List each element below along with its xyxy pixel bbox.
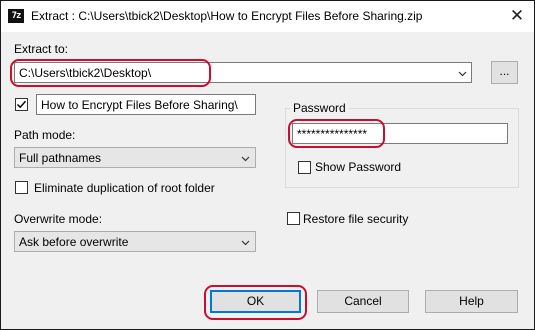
window-title: Extract : C:\Users\tbick2\Desktop\How to… <box>31 9 423 23</box>
chevron-down-icon <box>241 240 250 246</box>
subfolder-value: How to Encrypt Files Before Sharing\ <box>41 98 238 112</box>
restore-security-checkbox[interactable] <box>287 212 300 225</box>
chevron-down-icon <box>241 156 250 162</box>
7zip-icon: 7z <box>8 9 24 23</box>
ok-button[interactable]: OK <box>210 290 301 313</box>
extract-to-combo[interactable]: C:\Users\tbick2\Desktop\ <box>14 62 472 83</box>
overwrite-mode-value: Ask before overwrite <box>19 235 129 249</box>
extract-to-label: Extract to: <box>14 42 69 56</box>
show-password-label: Show Password <box>315 160 402 174</box>
password-group-label: Password <box>290 101 349 115</box>
subfolder-checkbox[interactable] <box>15 98 28 111</box>
browse-button[interactable]: ... <box>491 61 518 84</box>
eliminate-duplication-checkbox[interactable] <box>15 181 28 194</box>
path-mode-select[interactable]: Full pathnames <box>14 147 256 168</box>
extract-dialog: 7z Extract : C:\Users\tbick2\Desktop\How… <box>0 0 535 330</box>
show-password-checkbox[interactable] <box>298 161 311 174</box>
password-groupbox <box>285 108 519 188</box>
eliminate-duplication-label: Eliminate duplication of root folder <box>34 181 215 195</box>
checkmark-icon <box>16 100 27 109</box>
close-icon[interactable]: ✕ <box>504 5 530 27</box>
extract-to-value: C:\Users\tbick2\Desktop\ <box>19 66 152 80</box>
chevron-down-icon[interactable] <box>458 69 467 78</box>
path-mode-value: Full pathnames <box>19 151 102 165</box>
cancel-button[interactable]: Cancel <box>317 290 409 313</box>
overwrite-mode-label: Overwrite mode: <box>14 212 103 226</box>
help-button[interactable]: Help <box>425 290 518 313</box>
password-value: *************** <box>297 127 368 141</box>
path-mode-label: Path mode: <box>14 128 76 142</box>
overwrite-mode-select[interactable]: Ask before overwrite <box>14 231 256 252</box>
restore-security-label: Restore file security <box>303 212 409 226</box>
password-field[interactable]: *************** <box>292 123 508 144</box>
title-bar: 7z Extract : C:\Users\tbick2\Desktop\How… <box>1 1 534 32</box>
subfolder-field[interactable]: How to Encrypt Files Before Sharing\ <box>36 94 256 115</box>
